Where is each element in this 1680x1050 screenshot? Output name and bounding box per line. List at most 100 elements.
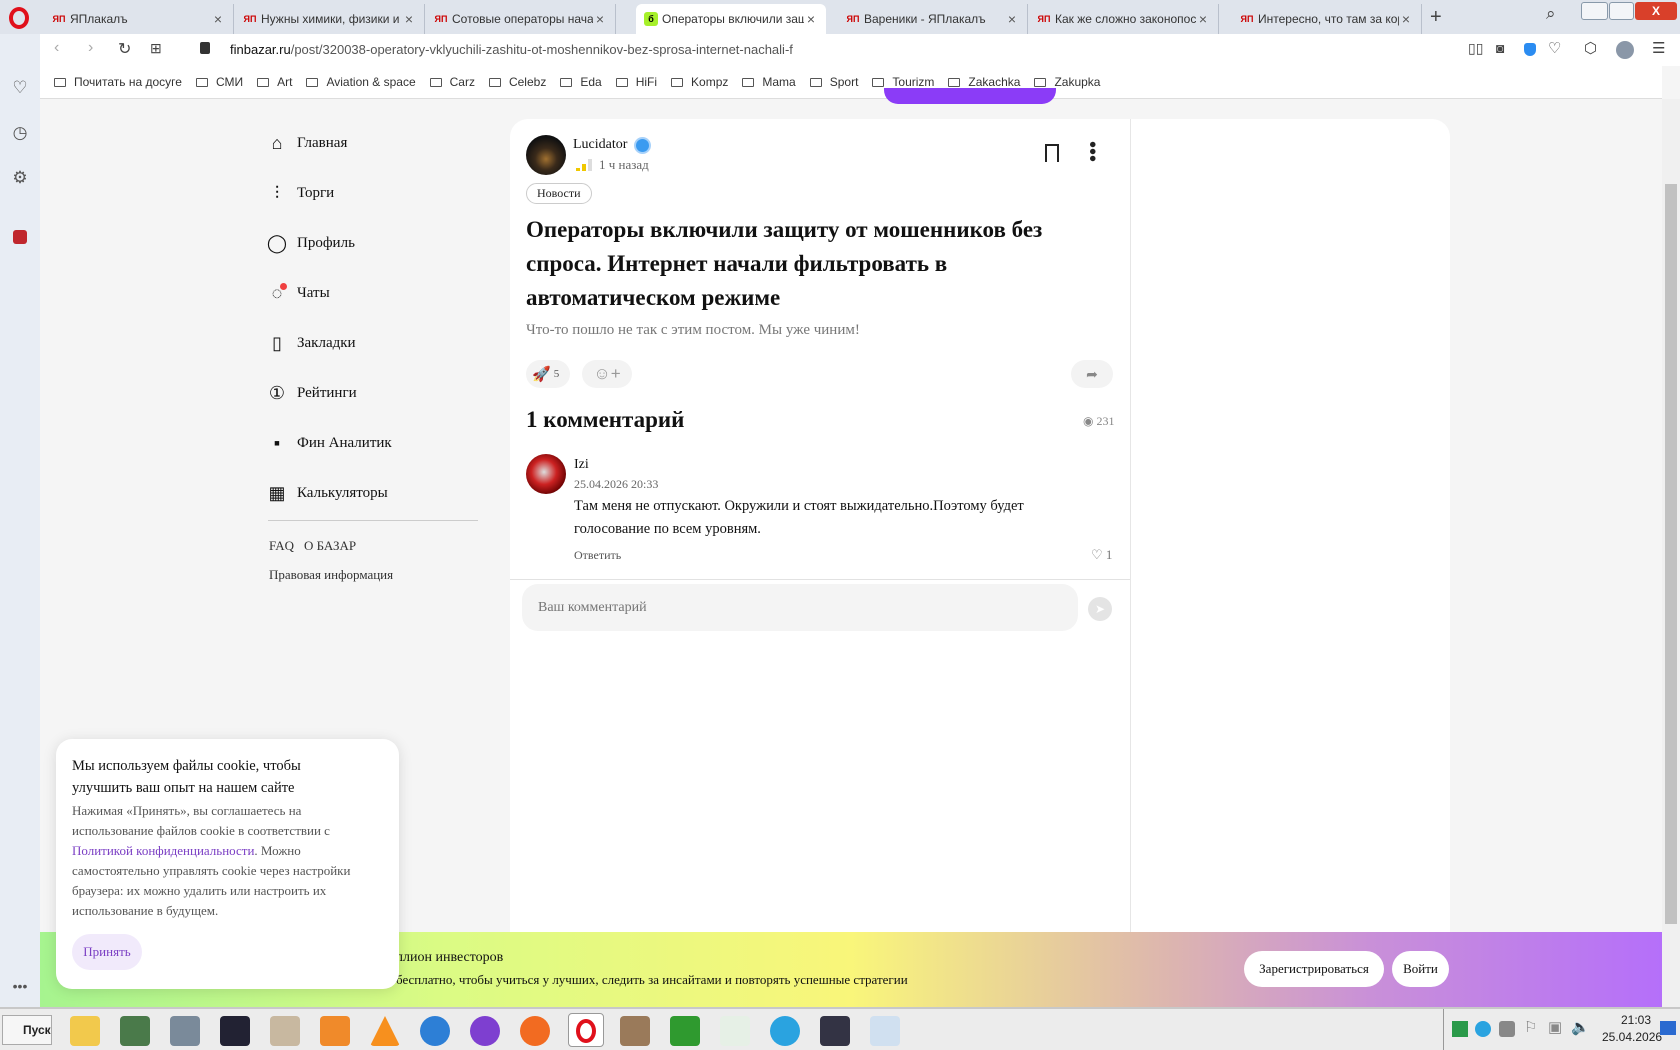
comment-author[interactable]: Izi <box>574 457 589 473</box>
tab-1[interactable]: ЯП ЯПлакалъ × <box>44 4 234 34</box>
tag-news[interactable]: Новости <box>526 183 592 204</box>
bookmark-folder[interactable]: Tourizm <box>872 75 934 89</box>
snapshot-icon[interactable]: ◙ <box>1496 40 1504 56</box>
bookmark-folder[interactable]: Mama <box>742 75 796 89</box>
close-window-button[interactable]: X <box>1635 2 1677 20</box>
nav-calculators[interactable]: ▦ Калькуляторы <box>266 482 387 504</box>
new-tab-button[interactable]: + <box>1430 6 1442 29</box>
app-icon[interactable] <box>820 1016 850 1046</box>
start-button[interactable]: Пуск <box>2 1015 52 1045</box>
close-tab-icon[interactable]: × <box>804 11 818 27</box>
app-icon[interactable] <box>270 1016 300 1046</box>
extensions-cube-icon[interactable]: ⬡ <box>1584 39 1597 57</box>
reply-button[interactable]: Ответить <box>574 548 621 563</box>
url-field[interactable]: finbazar.ru/post/320038-operatory-vklyuc… <box>230 42 793 57</box>
register-button[interactable]: Зарегистрироваться <box>1244 951 1384 987</box>
nav-fin-analytics[interactable]: ▪ Фин Аналитик <box>266 432 392 454</box>
close-tab-icon[interactable]: × <box>1399 11 1413 27</box>
close-tab-icon[interactable]: × <box>402 11 416 27</box>
show-desktop-icon[interactable] <box>1660 1021 1676 1035</box>
scrollbar-thumb[interactable] <box>1665 184 1677 924</box>
tab-search-icon[interactable]: ⌕ <box>1546 4 1556 24</box>
close-tab-icon[interactable]: × <box>1005 11 1019 27</box>
tray-network-icon[interactable]: ▣ <box>1548 1018 1562 1036</box>
bookmark-folder[interactable]: HiFi <box>615 75 657 89</box>
bookmark-folder[interactable]: Sport <box>809 75 858 89</box>
privacy-policy-link[interactable]: Политикой конфиденциальности <box>72 843 254 858</box>
explorer-icon[interactable] <box>70 1016 100 1046</box>
vpn-shield-icon[interactable] <box>1524 43 1536 56</box>
ublock-icon[interactable] <box>13 230 27 244</box>
bookmark-folder[interactable]: СМИ <box>195 75 243 89</box>
easy-setup-icon[interactable]: ☰ <box>1652 39 1665 57</box>
heart-bookmark-icon[interactable]: ♡ <box>1548 39 1561 57</box>
accept-cookies-button[interactable]: Принять <box>72 934 142 970</box>
bookmark-folder[interactable]: Celebz <box>488 75 546 89</box>
send-icon[interactable]: ➤ <box>1088 597 1112 621</box>
opera-logo-icon[interactable] <box>9 7 29 29</box>
bookmark-folder[interactable]: Почитать на досуге <box>54 75 182 89</box>
opera-taskbar-button[interactable] <box>568 1013 604 1047</box>
tab-2[interactable]: ЯП Нужны химики, физики и × <box>235 4 425 34</box>
back-icon[interactable]: ‹ <box>54 39 59 57</box>
forward-icon[interactable]: › <box>88 39 93 57</box>
disk-icon[interactable] <box>170 1016 200 1046</box>
tray-time[interactable]: 21:03 <box>1606 1013 1666 1027</box>
nav-profile[interactable]: ◯ Профиль <box>266 232 355 254</box>
header-pill-button[interactable] <box>884 88 1056 104</box>
firefox-icon[interactable] <box>520 1016 550 1046</box>
tab-5[interactable]: ЯП Вареники - ЯПлакалъ × <box>838 4 1028 34</box>
bookmark-post-icon[interactable] <box>1045 144 1059 162</box>
tab-7[interactable]: ЯП Интересно, что там за кор × <box>1232 4 1422 34</box>
close-tab-icon[interactable]: × <box>593 11 607 27</box>
faq-link[interactable]: FAQ <box>269 538 294 554</box>
more-icon[interactable]: ••• <box>10 976 30 996</box>
legal-link[interactable]: Правовая информация <box>269 567 393 583</box>
tor-icon[interactable] <box>470 1016 500 1046</box>
vlc-icon[interactable] <box>370 1016 400 1046</box>
app-icon[interactable] <box>620 1016 650 1046</box>
paint-icon[interactable] <box>870 1016 900 1046</box>
bookmark-folder[interactable]: Art <box>257 75 292 89</box>
telegram-icon[interactable] <box>770 1016 800 1046</box>
nav-chats[interactable]: ◌ Чаты <box>266 282 330 304</box>
maximize-button[interactable] <box>1609 2 1634 20</box>
comment-input[interactable] <box>522 584 1078 631</box>
monitor-icon[interactable] <box>120 1016 150 1046</box>
heart-icon[interactable]: ♡ <box>10 78 30 98</box>
media-player-icon[interactable] <box>320 1016 350 1046</box>
bookmark-folder[interactable]: Zakachka <box>948 75 1020 89</box>
fan-icon[interactable] <box>220 1016 250 1046</box>
author-name[interactable]: Lucidator <box>573 137 627 153</box>
nav-bookmarks[interactable]: ▯ Закладки <box>266 332 356 354</box>
bookmark-folder[interactable]: Aviation & space <box>306 75 416 89</box>
tray-usb-icon[interactable] <box>1499 1021 1515 1037</box>
minimize-button[interactable] <box>1581 2 1608 20</box>
reader-icon[interactable]: ▯▯ <box>1468 40 1483 57</box>
tray-date[interactable]: 25.04.2026 <box>1602 1030 1662 1044</box>
nav-trading[interactable]: ⫶ Торги <box>266 182 334 204</box>
share-icon[interactable]: ➦ <box>1071 360 1113 388</box>
profile-avatar-icon[interactable] <box>1616 41 1634 59</box>
nav-ratings[interactable]: ① Рейтинги <box>266 382 357 404</box>
close-tab-icon[interactable]: × <box>211 11 225 27</box>
nav-home[interactable]: ⌂ Главная <box>266 132 348 154</box>
app-icon[interactable] <box>720 1016 750 1046</box>
speed-dial-icon[interactable]: ⊞ <box>150 40 162 57</box>
about-link[interactable]: О БАЗАР <box>304 538 356 554</box>
bookmark-folder[interactable]: Kompz <box>671 75 728 89</box>
tray-telegram-icon[interactable] <box>1475 1021 1491 1037</box>
ie-icon[interactable] <box>420 1016 450 1046</box>
utorrent-icon[interactable] <box>670 1016 700 1046</box>
author-avatar[interactable] <box>526 135 566 175</box>
tab-4-active[interactable]: б Операторы включили защ × <box>636 4 826 34</box>
history-clock-icon[interactable]: ◷ <box>10 123 30 143</box>
tab-3[interactable]: ЯП Сотовые операторы нача × <box>426 4 616 34</box>
bookmark-folder[interactable]: Eda <box>560 75 602 89</box>
close-tab-icon[interactable]: × <box>1196 11 1210 27</box>
tray-flag-icon[interactable]: ⚐ <box>1524 1018 1537 1036</box>
reload-icon[interactable]: ↻ <box>118 39 131 59</box>
tray-volume-icon[interactable]: 🔈 <box>1571 1018 1590 1036</box>
tray-app-icon[interactable] <box>1452 1021 1468 1037</box>
tab-6[interactable]: ЯП Как же сложно законопос × <box>1029 4 1219 34</box>
